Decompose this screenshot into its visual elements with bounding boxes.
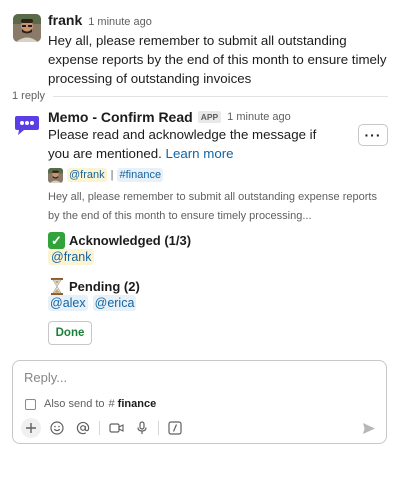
user-mention[interactable]: @frank <box>48 249 95 265</box>
app-name[interactable]: Memo - Confirm Read <box>48 109 193 125</box>
also-send-label: Also send to <box>44 398 105 410</box>
also-send-option: Also send to # finance <box>25 398 156 410</box>
plus-icon[interactable] <box>21 418 41 438</box>
avatar-frank[interactable] <box>13 14 41 42</box>
mention-icon[interactable] <box>73 418 93 438</box>
toolbar-divider <box>158 421 159 435</box>
send-icon[interactable] <box>361 420 377 436</box>
pending-title: Pending (2) <box>69 279 140 294</box>
user-mention[interactable]: @alex <box>48 295 88 311</box>
message-timestamp[interactable]: 1 minute ago <box>88 16 152 28</box>
video-icon[interactable] <box>106 418 126 438</box>
channel-mention[interactable]: #finance <box>117 168 164 182</box>
author-mention[interactable]: @frank <box>67 168 107 182</box>
context-separator: | <box>110 169 114 181</box>
message-text: Hey all, please remember to submit all o… <box>48 33 387 86</box>
user-mention[interactable]: @erica <box>92 295 137 311</box>
avatar-frank-small <box>48 167 63 183</box>
app-avatar-icon[interactable] <box>14 114 40 140</box>
hourglass-icon <box>48 278 65 295</box>
also-send-checkbox[interactable] <box>25 398 36 410</box>
emoji-icon[interactable] <box>47 418 67 438</box>
learn-more-link[interactable]: Learn more <box>166 146 234 161</box>
microphone-icon[interactable] <box>132 418 152 438</box>
acknowledged-title: Acknowledged (1/3) <box>69 233 192 248</box>
channel-name: finance <box>117 398 157 410</box>
channel-hash: # <box>108 398 115 410</box>
reply-count: 1 reply <box>12 90 46 102</box>
pending-heading: Pending (2) <box>48 278 140 295</box>
thread-divider: 1 reply <box>12 89 388 103</box>
slash-command-icon[interactable] <box>165 418 185 438</box>
memo-context: @frank | #finance <box>48 166 164 184</box>
app-badge: APP <box>197 111 222 123</box>
acknowledged-heading: ✓ Acknowledged (1/3) <box>48 232 191 249</box>
acknowledged-users: @frank <box>48 249 95 265</box>
memo-intro: Please read and acknowledge the message … <box>48 125 338 163</box>
check-mark-icon: ✓ <box>48 232 65 249</box>
message-preview: Hey all, please remember to submit all o… <box>48 191 377 222</box>
reply-input[interactable]: Reply... <box>24 370 67 385</box>
divider-line <box>53 95 388 97</box>
message-timestamp[interactable]: 1 minute ago <box>227 111 291 123</box>
more-actions-button[interactable]: ··· <box>358 124 388 146</box>
author-name[interactable]: frank <box>48 12 82 28</box>
reply-composer: Reply... Also send to # finance <box>12 360 387 444</box>
toolbar-divider <box>99 421 100 435</box>
done-button[interactable]: Done <box>48 321 92 345</box>
pending-users: @alex @erica <box>48 295 137 311</box>
composer-toolbar <box>21 418 191 438</box>
